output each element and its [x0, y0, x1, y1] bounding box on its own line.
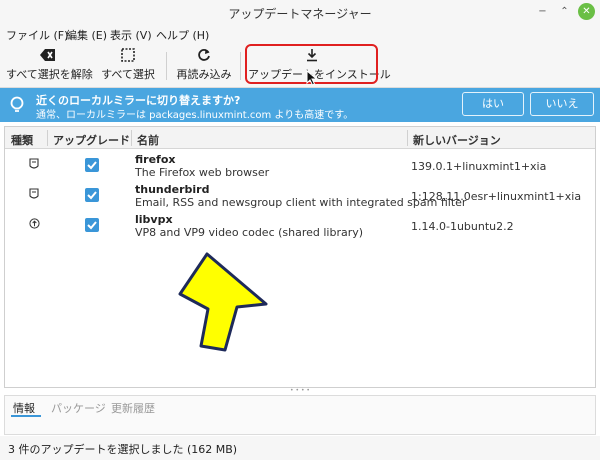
- package-name: firefox: [135, 153, 176, 166]
- upgrade-checkbox[interactable]: [85, 218, 99, 232]
- menu-bar: ファイル (F) 編集 (E) 表示 (V) ヘルプ (H): [0, 24, 600, 44]
- menu-edit[interactable]: 編集 (E): [66, 27, 107, 43]
- package-version: 1.14.0-1ubuntu2.2: [411, 220, 514, 233]
- window-title: アップデートマネージャー: [228, 7, 372, 21]
- mouse-cursor-icon: [306, 70, 318, 86]
- col-version-header[interactable]: 新しいバージョン: [413, 132, 501, 148]
- column-divider: [407, 130, 408, 146]
- status-bar: 3 件のアップデートを選択しました (162 MB): [0, 436, 600, 460]
- lightbulb-icon: [10, 96, 24, 112]
- security-update-icon: [29, 218, 40, 229]
- column-divider: [131, 130, 132, 146]
- minimize-icon: −: [538, 6, 547, 17]
- menu-file[interactable]: ファイル (F): [6, 27, 68, 43]
- package-name: thunderbird: [135, 183, 210, 196]
- toolbar-separator: [166, 52, 167, 80]
- tab-changelog[interactable]: 更新履歴: [111, 400, 155, 416]
- package-icon: [29, 158, 39, 169]
- table-row[interactable]: firefox The Firefox web browser 139.0.1+…: [5, 151, 595, 181]
- yes-button[interactable]: はい: [462, 92, 524, 116]
- upgrade-checkbox[interactable]: [85, 158, 99, 172]
- check-icon: [87, 191, 97, 200]
- title-bar: アップデートマネージャー − ⌃ ✕: [0, 0, 600, 24]
- no-button[interactable]: いいえ: [530, 92, 594, 116]
- deselect-all-button[interactable]: すべて選択を解除: [6, 46, 93, 86]
- pane-splitter[interactable]: • • • •: [4, 388, 596, 394]
- maximize-icon: ⌃: [560, 6, 569, 17]
- info-message: 通常、ローカルミラーは packages.linuxmint.com よりも高速…: [36, 110, 354, 121]
- package-description: The Firefox web browser: [135, 166, 270, 179]
- package-version: 1:128.11.0esr+linuxmint1+xia: [411, 190, 582, 203]
- select-all-button[interactable]: すべて選択: [98, 46, 158, 86]
- clear-selection-icon: [6, 48, 90, 66]
- updates-table: 種類 アップグレード 名前 新しいバージョン firefox The Firef…: [4, 126, 596, 388]
- maximize-button[interactable]: ⌃: [556, 3, 573, 20]
- column-divider: [47, 130, 48, 146]
- col-type-header[interactable]: 種類: [11, 132, 33, 148]
- select-all-label: すべて選択: [101, 68, 155, 81]
- toolbar-separator: [240, 52, 241, 80]
- menu-help[interactable]: ヘルプ (H): [156, 27, 209, 43]
- package-name: libvpx: [135, 213, 173, 226]
- package-icon: [29, 188, 39, 199]
- active-tab-indicator: [11, 415, 41, 417]
- table-header: 種類 アップグレード 名前 新しいバージョン: [5, 127, 595, 149]
- col-upgrade-header[interactable]: アップグレード: [53, 132, 130, 148]
- close-icon: ✕: [582, 6, 591, 17]
- deselect-all-label: すべて選択を解除: [6, 68, 93, 81]
- check-icon: [87, 221, 97, 230]
- refresh-button[interactable]: 再読み込み: [174, 46, 234, 86]
- upgrade-checkbox[interactable]: [85, 188, 99, 202]
- annotation-arrow-icon: [178, 252, 268, 352]
- tab-packages[interactable]: パッケージ: [51, 400, 106, 416]
- check-icon: [87, 161, 97, 170]
- table-row[interactable]: libvpx VP8 and VP9 video codec (shared l…: [5, 211, 595, 241]
- table-row[interactable]: thunderbird Email, RSS and newsgroup cli…: [5, 181, 595, 211]
- menu-view[interactable]: 表示 (V): [110, 27, 152, 43]
- close-button[interactable]: ✕: [578, 3, 595, 20]
- refresh-icon: [174, 48, 234, 66]
- package-description: VP8 and VP9 video codec (shared library): [135, 226, 364, 239]
- col-name-header[interactable]: 名前: [137, 132, 159, 148]
- details-panel: 情報 パッケージ 更新履歴: [4, 395, 596, 435]
- select-all-icon: [98, 48, 158, 66]
- status-text: 3 件のアップデートを選択しました (162 MB): [8, 443, 238, 456]
- tab-info[interactable]: 情報: [13, 400, 35, 416]
- minimize-button[interactable]: −: [534, 3, 551, 20]
- mirror-info-bar: 近くのローカルミラーに切り替えますか? 通常、ローカルミラーは packages…: [0, 88, 600, 122]
- refresh-label: 再読み込み: [176, 68, 232, 81]
- package-version: 139.0.1+linuxmint1+xia: [411, 160, 547, 173]
